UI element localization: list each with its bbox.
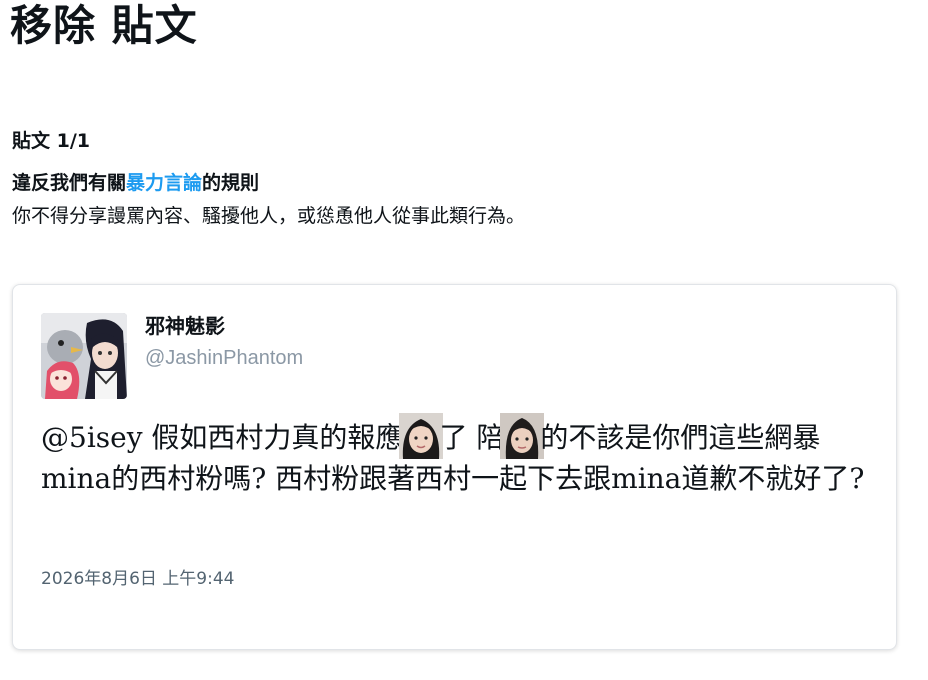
tweet-text-part1: @5isey 假如西村力真的報應 [41, 421, 404, 454]
tweet-text: @5isey 假如西村力真的報應了 陪的不該是你們這些網暴mina的西村粉嗎? … [41, 413, 881, 498]
post-count: 貼文 1/1 [12, 130, 90, 152]
violent-speech-rule-link[interactable]: 暴力言論 [126, 172, 202, 194]
face-photo-icon [399, 413, 444, 459]
rule-prefix: 違反我們有關 [12, 172, 127, 194]
rule-suffix: 的規則 [202, 172, 260, 194]
rule-description: 你不得分享謾罵內容、騷擾他人，或慫恿他人從事此類行為。 [12, 205, 526, 227]
rule-violation-heading: 違反我們有關暴力言論的規則 [12, 169, 259, 197]
tweet-text-part2: 了 陪 [439, 421, 505, 454]
page-title: 移除 貼文 [10, 1, 198, 50]
face-photo-icon [500, 413, 545, 459]
author-name[interactable]: 邪神魅影 [145, 312, 225, 340]
tweet-card: 邪神魅影 @JashinPhantom @5isey 假如西村力真的報應了 陪的… [12, 284, 897, 650]
anime-characters-avatar-icon [41, 313, 127, 399]
tweet-timestamp[interactable]: 2026年8月6日 上午9:44 [41, 567, 234, 591]
avatar[interactable] [41, 313, 127, 399]
author-handle[interactable]: @JashinPhantom [145, 344, 303, 372]
